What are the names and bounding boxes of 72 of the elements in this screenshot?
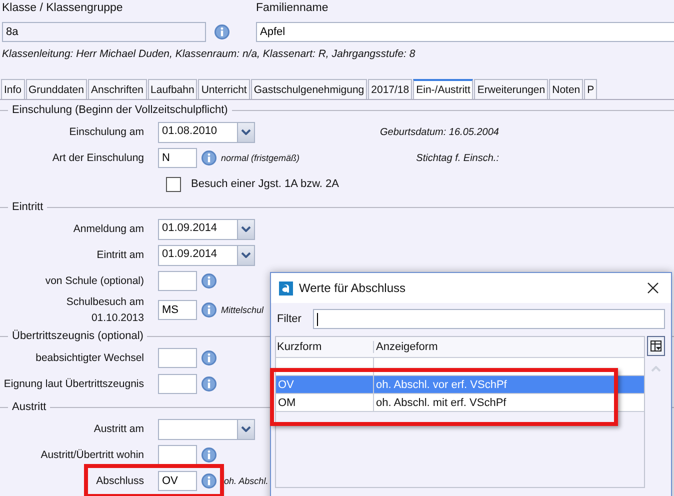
table-dropdown-icon <box>650 340 662 352</box>
tab[interactable]: Unterricht <box>198 79 250 99</box>
info-icon[interactable] <box>201 150 217 166</box>
code-field[interactable] <box>158 271 197 291</box>
field-label: Austritt am <box>94 422 144 437</box>
code-field[interactable]: N <box>158 148 197 168</box>
field-label: beabsichtigter Wechsel <box>36 351 144 366</box>
code-description: Mittelschul <box>221 305 264 315</box>
field-label: Anmeldung am <box>73 222 144 237</box>
tab[interactable]: Info <box>1 79 25 99</box>
tab[interactable]: 2017/18 <box>368 79 412 99</box>
section-title: Austritt <box>12 401 46 413</box>
tab[interactable]: Laufbahn <box>148 79 198 99</box>
field-label: Eignung laut Übertrittszeugnis <box>4 377 144 392</box>
column-header[interactable]: Anzeigeform <box>374 341 644 353</box>
field-label: Abschluss <box>96 474 144 489</box>
info-icon[interactable] <box>201 376 217 392</box>
tab[interactable]: Noten <box>549 79 584 99</box>
app-logo-icon <box>279 280 293 296</box>
class-field[interactable]: 8a <box>2 22 206 42</box>
date-field[interactable]: 01.09.2014 <box>158 218 255 240</box>
field-label: Eintritt am <box>96 248 144 263</box>
code-field[interactable] <box>158 445 197 465</box>
field-label: 01.10.2013 <box>91 311 144 326</box>
info-icon[interactable] <box>201 447 217 463</box>
field-label: Austritt/Übertritt wohin <box>40 448 144 463</box>
column-header[interactable]: Kurzform <box>276 341 374 353</box>
chevron-down-icon <box>241 426 251 432</box>
field-label: Klasse / Klassengruppe <box>2 2 124 14</box>
checkbox-label: Besuch einer Jgst. 1A bzw. 2A <box>191 178 339 190</box>
field-label: Einschulung am <box>69 125 144 140</box>
filter-label: Filter <box>277 313 302 325</box>
close-icon[interactable] <box>647 282 659 294</box>
date-field[interactable]: 01.09.2014 <box>158 244 255 266</box>
family-name-field[interactable]: Apfel <box>256 22 674 42</box>
tab[interactable]: Ein-/Austritt <box>413 79 474 99</box>
info-icon[interactable] <box>214 24 230 40</box>
filter-field[interactable] <box>313 309 665 329</box>
date-field[interactable]: 01.08.2010 <box>158 122 255 142</box>
field-label: Art der Einschulung <box>52 151 144 166</box>
tab[interactable]: P <box>584 79 598 99</box>
tab[interactable]: Grunddaten <box>26 79 87 99</box>
tab[interactable]: Anschriften <box>88 79 147 99</box>
section-title: Eintritt <box>12 201 44 213</box>
code-field[interactable]: MS <box>158 300 197 320</box>
code-field[interactable]: OV <box>158 471 197 491</box>
tab[interactable]: Gastschulgenehmigung <box>250 79 368 99</box>
info-icon[interactable] <box>201 473 217 489</box>
field-label: Familienname <box>256 2 330 14</box>
chevron-down-icon <box>241 226 251 232</box>
field-label: von Schule (optional) <box>45 274 144 289</box>
checkbox[interactable] <box>166 176 181 192</box>
info-icon[interactable] <box>201 302 217 318</box>
code-field[interactable] <box>158 374 197 394</box>
code-description: normal (fristgemäß) <box>221 153 300 163</box>
date-field[interactable] <box>158 418 255 440</box>
column-chooser-button[interactable] <box>647 336 666 356</box>
tab[interactable]: Erweiterungen <box>474 79 548 99</box>
info-icon[interactable] <box>201 350 217 366</box>
class-info-text: Klassenleitung: Herr Michael Duden, Klassenraum: n/a, Klassenart: R, Jahrgangsstufe: 8 <box>1 47 416 60</box>
section-title: Einschulung (Beginn der Vollzeitschulpflicht) <box>12 104 228 116</box>
info-icon[interactable] <box>201 273 217 289</box>
code-description: oh. Abschl. <box>224 476 268 486</box>
chevron-down-icon <box>241 129 251 135</box>
section-title: Übertrittszeugnis (optional) <box>12 330 144 342</box>
code-field[interactable] <box>158 348 197 368</box>
chevron-down-icon <box>241 252 251 258</box>
table-row[interactable]: OM oh. Abschl. mit erf. VSchPf <box>276 394 644 412</box>
dialog-title: Werte für Abschluss <box>299 281 406 295</box>
field-label: Schulbesuch am <box>66 295 144 310</box>
info-text: Stichtag f. Einsch.: <box>416 152 499 164</box>
info-text: Geburtsdatum: 16.05.2004 <box>380 126 499 138</box>
